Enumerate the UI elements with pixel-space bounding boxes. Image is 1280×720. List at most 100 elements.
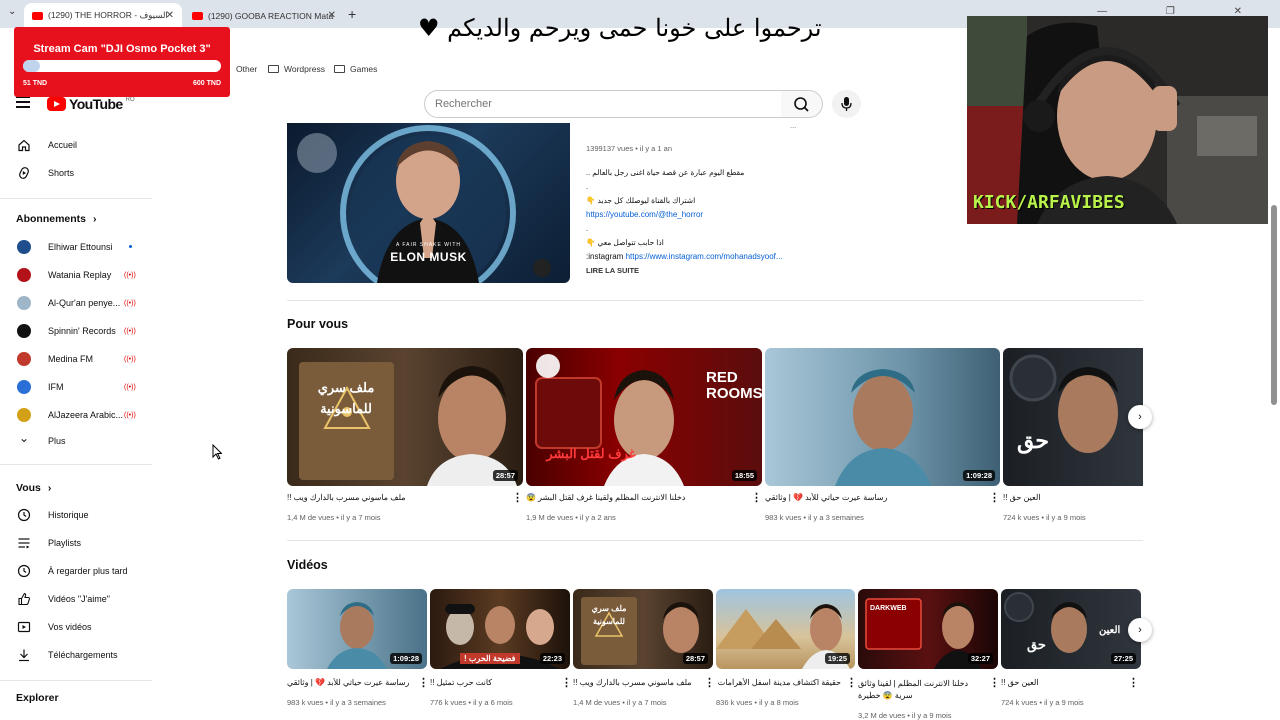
more-options-icon[interactable]: ⋮ (846, 676, 857, 689)
live-icon: ((•)) (124, 327, 136, 335)
thumbnail-caption: فضيحة الحرب ! (460, 653, 520, 664)
read-more-button[interactable]: LIRE LA SUITE (586, 266, 639, 275)
video-thumbnail[interactable]: العين حق 27:25 (1001, 589, 1141, 669)
video-title[interactable]: رساسة عيرت حياتي للأبد 💔 | وثائقي (287, 678, 412, 687)
divider (0, 198, 152, 199)
video-thumbnail[interactable]: ملف سري للماسونية 28:57 (287, 348, 523, 486)
sidebar-item-liked-videos[interactable]: Vidéos "J'aime" (0, 587, 155, 611)
sidebar-subscription-item[interactable]: Al-Qur'an penye... ((•)) (0, 291, 155, 315)
sidebar-subscription-item[interactable]: IFM ((•)) (0, 375, 155, 399)
instagram-link[interactable]: https://www.instagram.com/mohanadsyoof..… (626, 252, 783, 261)
featured-desc-line4: :instagram https://www.instagram.com/moh… (586, 252, 783, 261)
sidebar-subscription-item[interactable]: AlJazeera Arabic... ((•)) (0, 403, 155, 427)
video-meta: 836 k vues • il y a 8 mois (716, 698, 799, 707)
subscription-name: Elhiwar Ettounsi (48, 242, 113, 252)
scrollbar-thumb[interactable] (1271, 205, 1277, 405)
chevron-right-icon: › (47, 482, 52, 494)
browser-tab[interactable]: (1290) GOOBA REACTION Mata ✕ (184, 3, 344, 28)
more-options-icon[interactable]: ⋮ (704, 676, 715, 689)
video-title[interactable]: ملف ماسوني مسرب بالدارك ويب !! (287, 493, 507, 502)
thumbnail-caption: حق (1017, 428, 1049, 453)
video-title[interactable]: حقيقة اكتشاف مدينة اسفل الأهرامات !! (716, 678, 841, 687)
video-duration: 1:09:28 (963, 470, 995, 481)
more-options-icon[interactable]: ⋮ (751, 491, 762, 504)
video-thumbnail[interactable]: فضيحة الحرب ! 22:23 (430, 589, 570, 669)
microphone-icon (841, 97, 852, 111)
stream-goal-target: 600 TND (192, 80, 221, 87)
video-meta: 983 k vues • il y a 3 semaines (287, 698, 386, 707)
you-heading[interactable]: Vous › (16, 482, 51, 494)
video-thumbnail[interactable]: DARKWEB 32:27 (858, 589, 998, 669)
featured-channel-link[interactable]: https://youtube.com/@the_horror (586, 210, 703, 219)
search-input[interactable] (424, 90, 782, 118)
sidebar-subscription-item[interactable]: Spinnin' Records ((•)) (0, 319, 155, 343)
sidebar-item-watch-later[interactable]: À regarder plus tard (0, 559, 155, 583)
chevron-right-icon: › (92, 213, 97, 225)
channel-avatar (17, 240, 31, 254)
video-thumbnail[interactable]: حق (1003, 348, 1143, 486)
featured-video-thumbnail[interactable]: A FAIR SHAKE WITH ELON MUSK (287, 123, 570, 283)
video-duration: 18:55 (731, 470, 757, 481)
subscription-name: Watania Replay (48, 270, 112, 280)
sidebar-item-home[interactable]: Accueil (0, 133, 155, 157)
video-thumbnail[interactable]: 1:09:28 (287, 589, 427, 669)
shelf-next-button[interactable]: › (1128, 618, 1152, 642)
thumbnail-caption: ملف سري للماسونية (591, 604, 627, 626)
video-duration: 32:27 (967, 653, 993, 664)
bookmark-games[interactable]: Games (334, 64, 377, 74)
tab-search-icon[interactable]: ⌄ (8, 6, 16, 17)
video-title[interactable]: دخلنا الانترنت المظلم | لقينا وثائق سرية… (858, 678, 983, 702)
page-scrollbar[interactable] (1270, 100, 1278, 720)
bookmark-other[interactable]: Other (236, 64, 257, 74)
more-options-icon[interactable]: ⋮ (418, 676, 429, 689)
folder-icon (334, 65, 345, 73)
video-title[interactable]: ملف ماسوني مسرب بالدارك ويب !! (573, 678, 698, 687)
description-truncated-line: ... (790, 121, 797, 130)
sidebar-item-playlists[interactable]: Playlists (0, 531, 155, 555)
new-tab-button[interactable]: + (348, 6, 356, 22)
video-title[interactable]: رساسة عيرت حياتي للأبد 💔 | وثائقي (765, 493, 985, 502)
stream-overlay-title: ترحموا على خونا حمى ويرحم والديكم ♥ (418, 14, 822, 42)
featured-desc-line1: مقطع اليوم عبارة عن قصة حياة اغنى رجل با… (586, 168, 745, 177)
video-thumbnail[interactable]: ملف سري للماسونية 28:57 (573, 589, 713, 669)
video-title[interactable]: العين حق !! (1003, 493, 1133, 502)
video-meta: 3,2 M de vues • il y a 9 mois (858, 711, 952, 720)
browser-tab-active[interactable]: (1290) THE HORROR - السيوف ✕ (24, 3, 182, 28)
more-options-icon[interactable]: ⋮ (561, 676, 572, 689)
playlist-icon (18, 538, 30, 549)
voice-search-button[interactable] (832, 90, 861, 118)
subscriptions-heading[interactable]: Abonnements › (16, 213, 96, 225)
sidebar-subscription-item[interactable]: Elhiwar Ettounsi (0, 235, 155, 259)
clock-icon (17, 564, 31, 578)
close-tab-icon[interactable]: ✕ (166, 10, 174, 21)
video-title[interactable]: العين حق !! (1001, 678, 1126, 687)
sidebar-subscription-item[interactable]: Medina FM ((•)) (0, 347, 155, 371)
more-options-icon[interactable]: ⋮ (512, 491, 523, 504)
close-tab-icon[interactable]: ✕ (328, 10, 336, 21)
video-thumbnail[interactable]: 1:09:28 (765, 348, 1000, 486)
search-button[interactable] (781, 90, 823, 118)
featured-desc-line2: 👇 اشتراك بالقناة ليوصلك كل جديد (586, 196, 696, 205)
video-thumbnail[interactable]: 19:25 (716, 589, 855, 669)
more-options-icon[interactable]: ⋮ (989, 491, 1000, 504)
sidebar-more[interactable]: ⌄ Plus (0, 429, 155, 453)
channel-avatar (17, 408, 31, 422)
sidebar-item-history[interactable]: Historique (0, 503, 155, 527)
video-thumbnail[interactable]: RED ROOMS غرف لقتل البشر 18:55 (526, 348, 762, 486)
bookmark-wordpress[interactable]: Wordpress (268, 64, 325, 74)
video-duration: 28:57 (492, 470, 518, 481)
sidebar-subscription-item[interactable]: Watania Replay ((•)) (0, 263, 155, 287)
youtube-logo[interactable]: YouTube RO (47, 96, 135, 112)
menu-icon[interactable] (16, 96, 30, 108)
video-title[interactable]: كانت حرب تمثيل !! (430, 678, 555, 687)
sidebar-item-your-videos[interactable]: Vos vidéos (0, 615, 155, 639)
divider (287, 540, 1143, 541)
more-options-icon[interactable]: ⋮ (989, 676, 1000, 689)
shelf-next-button[interactable]: › (1128, 405, 1152, 429)
sidebar-item-downloads[interactable]: Téléchargements (0, 643, 155, 667)
more-options-icon[interactable]: ⋮ (1128, 676, 1139, 689)
stream-goal-title: Stream Cam "DJI Osmo Pocket 3" (33, 43, 211, 55)
thumbnail-art (835, 369, 931, 486)
video-title[interactable]: دخلنا الانترنت المظلم ولقينا غرف لقتل ال… (526, 493, 746, 502)
sidebar-item-shorts[interactable]: Shorts (0, 161, 155, 185)
